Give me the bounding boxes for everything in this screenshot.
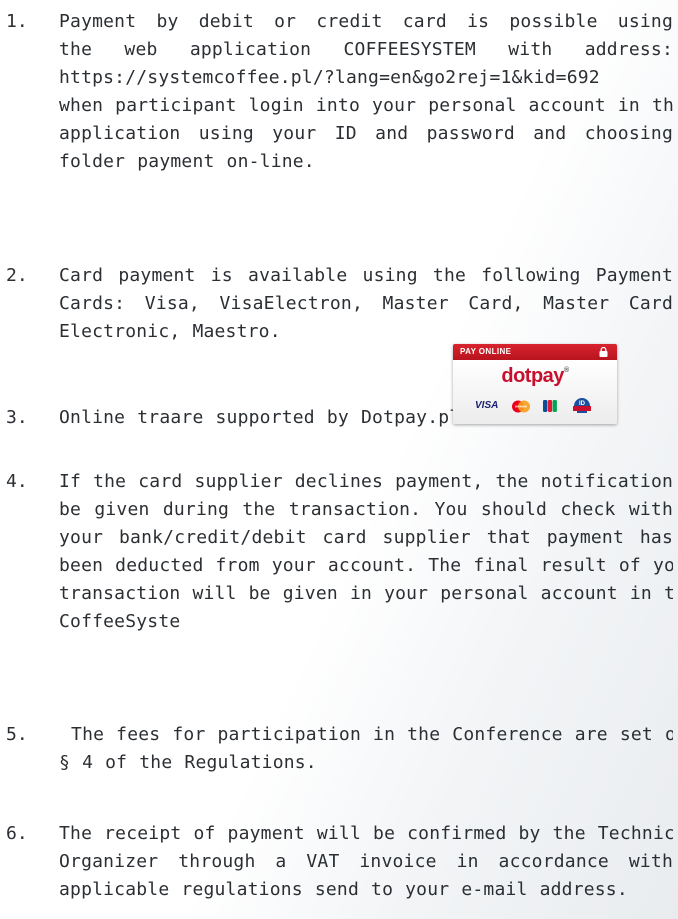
- mastercard-icon: [512, 400, 530, 413]
- url-text: https://systemcoffee.pl/?lang=en&go2rej=…: [59, 67, 600, 88]
- item-number: 5.: [6, 724, 28, 745]
- item-number: 2.: [6, 265, 28, 286]
- item-number: 1.: [6, 11, 28, 32]
- text-line: The receipt of payment will be confirmed…: [59, 823, 673, 844]
- registered-mark: ®: [563, 367, 569, 374]
- jcb-icon: [543, 400, 557, 412]
- text-line: § 4 of the Regulations.: [59, 752, 317, 773]
- text-line: applicable regulations send to your e-ma…: [59, 879, 628, 900]
- badge-body: dotpay® VISA ID: [453, 360, 617, 424]
- text-line: Card payment is available using the foll…: [59, 265, 673, 286]
- text-line: been deducted from your account. The fin…: [59, 555, 673, 576]
- text-line: be given during the transaction. You sho…: [59, 499, 673, 520]
- item-text: The fees for participation in the Confer…: [59, 721, 673, 777]
- visa-logo: VISA: [475, 400, 499, 411]
- text-line: Electronic, Maestro.: [59, 321, 281, 342]
- text-line: when participant login into your persona…: [59, 95, 673, 116]
- text-line: folder payment on-line.: [59, 151, 315, 172]
- text-line: your bank/credit/debit card supplier tha…: [59, 527, 673, 548]
- text-line: If the card supplier declines payment, t…: [59, 471, 673, 492]
- dotpay-pay-online-badge[interactable]: PAY ONLINE dotpay® VISA ID: [453, 344, 617, 424]
- id-card-icon: ID: [573, 398, 591, 413]
- text-line: transaction will be given in your person…: [59, 583, 673, 604]
- text-line: Payment by debit or credit card is possi…: [59, 11, 673, 32]
- item-number: 6.: [6, 823, 28, 844]
- badge-header: PAY ONLINE: [453, 344, 617, 360]
- item-text: If the card supplier declines payment, t…: [59, 468, 673, 636]
- text-line: Cards: Visa, VisaElectron, Master Card, …: [59, 293, 673, 314]
- text-line: CoffeeSyste: [59, 611, 181, 632]
- item-text: Payment by debit or credit card is possi…: [59, 8, 673, 176]
- item-number: 4.: [6, 471, 28, 492]
- dotpay-logo-text: dotpay: [501, 365, 564, 387]
- item-text: Card payment is available using the foll…: [59, 262, 673, 346]
- text-line: the web application COFFEESYSTEM with ad…: [59, 39, 673, 60]
- text-line: The fees for participation in the Confer…: [59, 724, 673, 745]
- card-logos: VISA ID: [453, 394, 617, 418]
- item-text: The receipt of payment will be confirmed…: [59, 820, 673, 904]
- dotpay-logo: dotpay®: [453, 365, 617, 388]
- text-line: application using your ID and password a…: [59, 123, 673, 144]
- item-number: 3.: [6, 407, 28, 428]
- lock-icon: [599, 347, 608, 357]
- svg-text:ID: ID: [579, 401, 586, 407]
- text-line: Organizer through a VAT invoice in accor…: [59, 851, 673, 872]
- badge-header-label: PAY ONLINE: [460, 347, 512, 356]
